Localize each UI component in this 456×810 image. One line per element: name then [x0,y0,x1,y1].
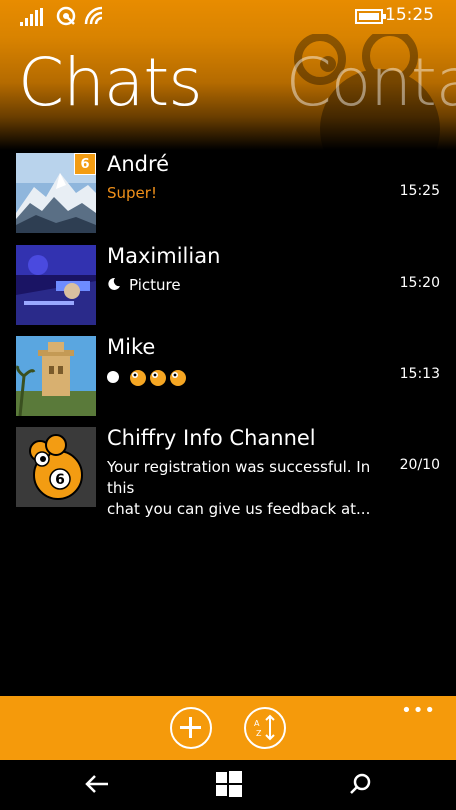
chat-time: 20/10 [399,457,440,473]
header: 15:25 Chats Contac [0,0,456,150]
chat-preview: Your registration was successful. In thi… [107,457,392,520]
chat-item-andre[interactable]: 6 André Super! 15:25 [16,152,446,235]
chat-name: André [107,152,170,176]
chat-time: 15:25 [399,183,440,199]
more-options-button[interactable]: ••• [401,700,436,721]
chat-preview-row: Picture [107,276,181,294]
battery-icon [355,9,386,24]
navigation-bar [0,760,456,810]
app-bar: A Z ••• [0,696,456,760]
wifi-icon [84,6,103,25]
windows-icon[interactable] [215,770,243,798]
chat-name: Chiffry Info Channel [107,426,316,450]
sort-az-icon: A Z [254,714,275,741]
tab-chats[interactable]: Chats [18,44,203,121]
chat-name: Mike [107,335,156,359]
chat-preview-row [107,367,197,387]
tab-contacts[interactable]: Contac [286,44,456,121]
status-bar: 15:25 [0,0,456,34]
chiffry-mascot-icon: 6 [16,427,96,507]
avatar: 6 [16,427,96,507]
sort-button[interactable]: A Z [244,707,286,749]
new-chat-button[interactable] [170,707,212,749]
chat-time: 15:20 [399,275,440,291]
svg-text:6: 6 [55,472,65,488]
avatar: 6 [16,153,96,233]
chat-time: 15:13 [399,366,440,382]
sticker-emoji-icon [107,370,186,386]
avatar [16,336,96,416]
unread-badge: 6 [74,153,96,175]
search-icon[interactable] [349,772,373,796]
chat-item-chiffry-info[interactable]: 6 Chiffry Info Channel Your registration… [16,426,446,518]
chat-name: Maximilian [107,244,221,268]
back-icon[interactable] [84,772,110,796]
chat-item-maximilian[interactable]: Maximilian Picture 15:20 [16,244,446,327]
svg-text:A: A [254,719,260,728]
chat-preview: Picture [129,276,181,294]
chat-preview: Super! [107,184,157,202]
pivot-header: Chats Contac [18,44,456,121]
signal-icon [20,8,43,26]
camera-moon-icon [108,277,120,290]
svg-text:Z: Z [256,729,262,738]
avatar [16,245,96,325]
chat-preview-line: chat you can give us feedback at... [107,500,371,518]
data-connection-icon [56,6,76,26]
chat-item-mike[interactable]: Mike 15:13 [16,335,446,418]
plus-icon [180,717,201,738]
status-time: 15:25 [385,5,434,25]
chat-preview-line: Your registration was successful. In thi… [107,458,371,497]
